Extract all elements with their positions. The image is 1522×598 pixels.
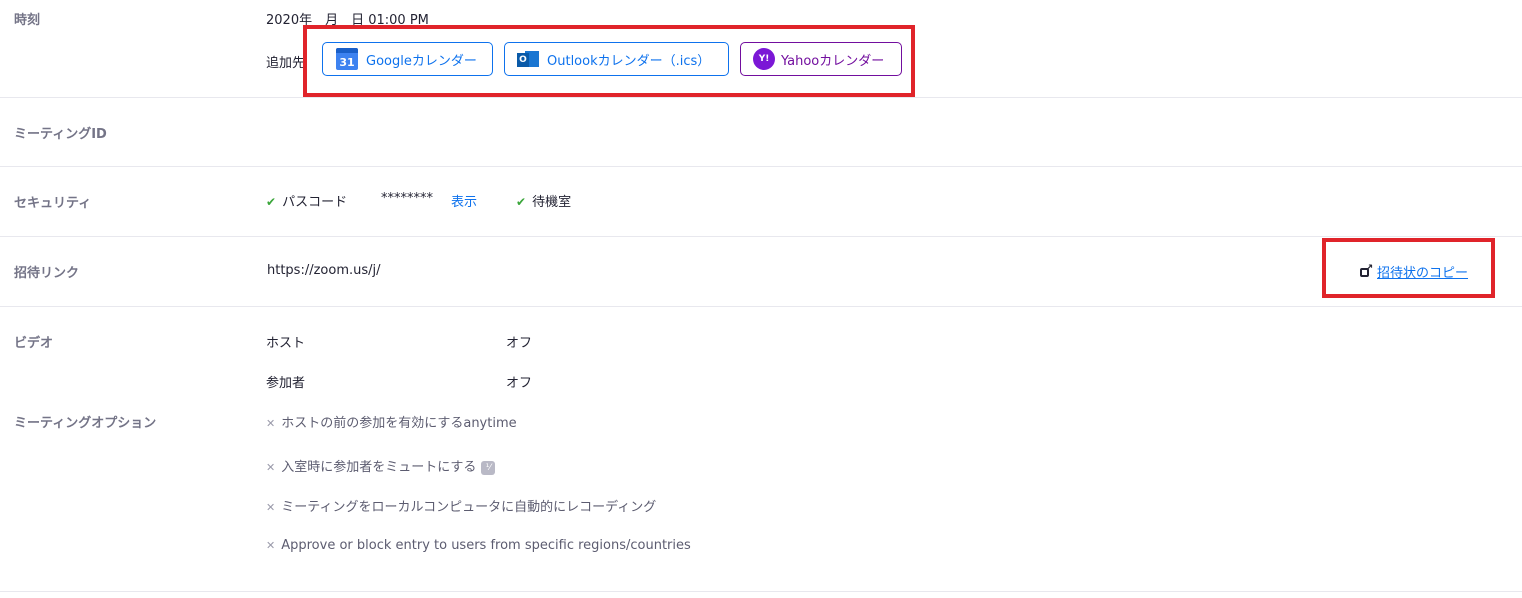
video-host-label: ホスト [266,336,306,351]
invite-link-row: 招待リンク https://zoom.us/j/ [0,237,1522,307]
option-item: ✕ ミーティングをローカルコンピュータに自動的にレコーディング [266,500,657,515]
show-passcode-link[interactable]: 表示 [451,191,477,210]
invite-url: https://zoom.us/j/ [267,263,381,278]
meeting-id-row: ミーティングID [0,98,1522,167]
x-icon: ✕ [266,417,276,430]
x-icon: ✕ [266,501,276,514]
info-badge-icon: ⅟ [481,460,496,475]
video-host-value: オフ [506,336,533,351]
time-label: 時刻 [14,13,41,28]
video-label: ビデオ [14,336,54,351]
x-icon: ✕ [266,461,276,474]
passcode-value: ******** [381,191,433,206]
passcode-item: ✔ パスコード [266,191,347,210]
option-item: ✕ ホストの前の参加を有効にするanytime [266,416,517,431]
invite-link-label: 招待リンク [14,266,80,281]
passcode-label: パスコード [282,195,348,210]
video-participant-value: オフ [506,376,533,391]
add-to-label: 追加先 [266,56,306,71]
video-options-section: ビデオ ホスト オフ 参加者 オフ ミーティングオプション ✕ ホストの前の参加を… [0,307,1522,592]
waiting-room-item: ✔ 待機室 [516,191,571,210]
copy-highlight-box [1322,238,1495,298]
waiting-room-label: 待機室 [532,195,572,210]
check-icon: ✔ [266,195,277,209]
video-participant-label: 参加者 [266,376,306,391]
security-row: セキュリティ ✔ パスコード ******** 表示 ✔ 待機室 [0,167,1522,237]
meeting-id-label: ミーティングID [14,127,107,142]
check-icon: ✔ [516,195,527,209]
calendar-highlight-box [303,25,915,97]
x-icon: ✕ [266,539,276,552]
option-item: ✕ 入室時に参加者をミュートにする ⅟ [266,456,496,475]
option-item: ✕ Approve or block entry to users from sp… [266,538,691,553]
security-label: セキュリティ [14,196,92,211]
meeting-options-label: ミーティングオプション [14,416,157,431]
